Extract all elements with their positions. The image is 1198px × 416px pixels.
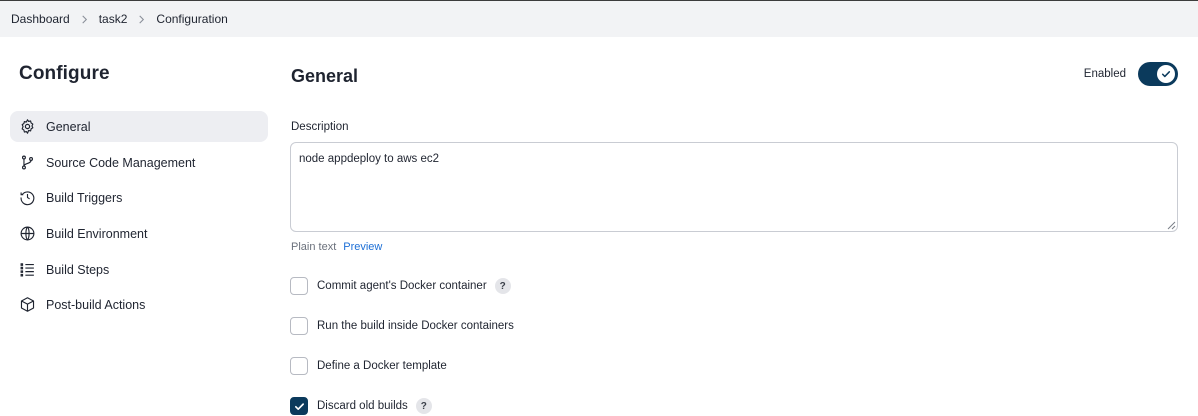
enabled-label: Enabled — [1083, 68, 1126, 80]
chevron-right-icon — [70, 15, 99, 24]
checkbox-checked[interactable] — [290, 397, 308, 415]
option-define-docker-template[interactable]: Define a Docker template — [290, 357, 447, 375]
sidebar-item-label: Build Steps — [46, 262, 110, 277]
sidebar-item-post-build-actions[interactable]: Post-build Actions — [10, 289, 268, 320]
breadcrumb-configuration[interactable]: Configuration — [156, 12, 227, 26]
description-format: Plain text Preview — [291, 241, 382, 253]
list-icon — [18, 261, 36, 279]
help-icon[interactable]: ? — [494, 278, 511, 294]
option-run-inside-docker[interactable]: Run the build inside Docker containers — [290, 317, 514, 335]
checkbox[interactable] — [290, 357, 308, 375]
sidebar-item-build-steps[interactable]: Build Steps — [10, 254, 268, 285]
plain-text-label: Plain text — [291, 241, 337, 253]
option-label: Discard old builds — [317, 400, 408, 412]
sidebar-item-label: General — [46, 119, 91, 134]
option-discard-old-builds[interactable]: Discard old builds ? — [290, 397, 432, 415]
globe-icon — [18, 225, 36, 243]
sidebar-item-source-code-management[interactable]: Source Code Management — [10, 147, 268, 178]
clock-icon — [18, 189, 36, 207]
sidebar-title: Configure — [19, 63, 110, 84]
option-label: Define a Docker template — [317, 360, 447, 372]
option-label: Commit agent's Docker container — [317, 280, 487, 292]
help-icon[interactable]: ? — [415, 398, 432, 414]
chevron-right-icon — [127, 15, 156, 24]
checkbox[interactable] — [290, 317, 308, 335]
page-title: General — [291, 66, 359, 86]
check-icon — [294, 402, 304, 410]
option-label: Run the build inside Docker containers — [317, 320, 514, 332]
sidebar-item-general[interactable]: General — [10, 111, 268, 142]
checkbox[interactable] — [290, 277, 308, 295]
breadcrumb-task2[interactable]: task2 — [99, 12, 128, 26]
sidebar-item-label: Post-build Actions — [46, 297, 146, 312]
gear-icon — [18, 118, 36, 136]
sidebar-item-label: Build Environment — [46, 226, 148, 241]
preview-link[interactable]: Preview — [343, 241, 382, 253]
sidebar-item-label: Source Code Management — [46, 155, 196, 170]
breadcrumb-dashboard[interactable]: Dashboard — [11, 12, 70, 26]
check-icon — [1157, 65, 1175, 83]
sidebar-item-label: Build Triggers — [46, 190, 123, 205]
resize-handle-icon[interactable] — [1167, 221, 1176, 230]
enabled-toggle[interactable] — [1138, 62, 1178, 86]
option-commit-docker-container[interactable]: Commit agent's Docker container ? — [290, 277, 511, 295]
sidebar-item-build-triggers[interactable]: Build Triggers — [10, 182, 268, 213]
breadcrumb: Dashboard task2 Configuration — [0, 0, 1198, 37]
description-field[interactable]: node appdeploy to aws ec2 — [290, 142, 1178, 232]
description-label: Description — [291, 121, 349, 133]
cube-icon — [18, 296, 36, 314]
enabled-control: Enabled — [1084, 62, 1178, 86]
branch-icon — [18, 154, 36, 172]
sidebar-item-build-environment[interactable]: Build Environment — [10, 218, 268, 249]
